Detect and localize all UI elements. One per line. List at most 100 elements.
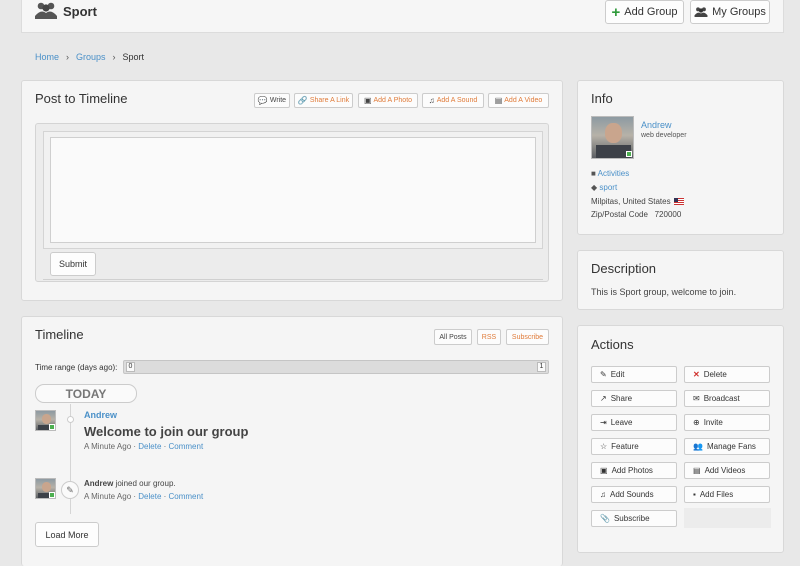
entry-text: Andrew joined our group. xyxy=(84,479,176,488)
entry-time: A Minute Ago xyxy=(84,442,132,451)
group-icon: 👥 xyxy=(693,442,703,451)
tab-label: Share A Link xyxy=(309,97,350,104)
divider xyxy=(43,279,543,280)
action-label: Subscribe xyxy=(613,514,650,523)
profile-avatar[interactable] xyxy=(591,116,634,159)
zip-label: Zip/Postal Code xyxy=(591,210,648,219)
leave-button[interactable]: ⇥ Leave xyxy=(591,414,677,431)
add-files-button[interactable]: ▪ Add Files xyxy=(684,486,770,503)
subscribe-label: Subscribe xyxy=(511,333,544,341)
avatar[interactable] xyxy=(35,478,56,499)
rss-button[interactable]: RSS xyxy=(477,329,501,345)
breadcrumb-home[interactable]: Home xyxy=(35,52,59,62)
manage-fans-button[interactable]: 👥 Manage Fans xyxy=(684,438,770,455)
slider-handle-min[interactable]: 0 xyxy=(126,362,135,372)
edit-button[interactable]: ✎ Edit xyxy=(591,366,677,383)
profile-role: web developer xyxy=(641,132,687,139)
info-title: Info xyxy=(591,91,613,106)
rss-label: RSS xyxy=(481,333,497,341)
submit-button[interactable]: Submit xyxy=(50,252,96,276)
action-label: Share xyxy=(610,394,633,403)
tab-add-sound[interactable]: ♫ Add A Sound xyxy=(422,93,484,108)
share-button[interactable]: ↗ Share xyxy=(591,390,677,407)
timeline-panel xyxy=(21,316,563,566)
broadcast-button[interactable]: ✉ Broadcast xyxy=(684,390,770,407)
zip-value: 720000 xyxy=(654,210,682,219)
tab-label: Add A Video xyxy=(504,97,543,104)
entry-author[interactable]: Andrew xyxy=(84,479,113,488)
load-more-label: Load More xyxy=(45,529,89,540)
entry-action: joined our group. xyxy=(115,479,176,488)
add-photos-button[interactable]: ▣ Add Photos xyxy=(591,462,677,479)
profile-name[interactable]: Andrew xyxy=(641,120,672,130)
tag-icon: ◆ xyxy=(591,183,598,192)
zip-row: Zip/Postal Code 720000 xyxy=(591,210,681,219)
delete-link[interactable]: Delete xyxy=(138,442,161,451)
post-textarea[interactable] xyxy=(50,137,536,243)
photo-icon: ▣ xyxy=(363,96,372,105)
add-group-label: Add Group xyxy=(624,6,678,18)
star-icon: ☆ xyxy=(600,442,608,451)
subscribe-button[interactable]: Subscribe xyxy=(506,329,549,345)
entry-author[interactable]: Andrew xyxy=(84,410,117,420)
breadcrumb-separator: › xyxy=(66,52,70,62)
tab-write[interactable]: 💬 Write xyxy=(254,93,290,108)
tab-share-link[interactable]: 🔗 Share A Link xyxy=(294,93,353,108)
action-label: Manage Fans xyxy=(706,442,756,451)
timeline-dot xyxy=(67,416,74,423)
delete-button[interactable]: ✕ Delete xyxy=(684,366,770,383)
add-videos-button[interactable]: ▤ Add Videos xyxy=(684,462,770,479)
music-icon: ♫ xyxy=(428,96,435,105)
photo-icon: ▣ xyxy=(600,466,608,475)
comment-link[interactable]: Comment xyxy=(169,442,204,451)
edit-icon: ✎ xyxy=(61,481,79,499)
action-label: Add Sounds xyxy=(610,490,654,499)
breadcrumb-separator: › xyxy=(112,52,116,62)
time-range-slider[interactable]: 0 1 xyxy=(123,360,549,374)
comment-link[interactable]: Comment xyxy=(169,492,204,501)
breadcrumb-groups[interactable]: Groups xyxy=(76,52,106,62)
music-icon: ♫ xyxy=(600,490,606,499)
entry-headline: Welcome to join our group xyxy=(84,424,249,439)
description-text: This is Sport group, welcome to join. xyxy=(591,287,737,297)
film-icon: ▤ xyxy=(494,96,503,105)
add-group-button[interactable]: + Add Group xyxy=(605,0,684,24)
add-sounds-button[interactable]: ♫ Add Sounds xyxy=(591,486,677,503)
load-more-button[interactable]: Load More xyxy=(35,522,99,547)
all-posts-label: All Posts xyxy=(439,333,467,341)
plus-circle-icon: ⊕ xyxy=(693,418,700,427)
film-icon: ▤ xyxy=(693,466,701,475)
time-range-label: Time range (days ago): xyxy=(35,363,118,372)
delete-link[interactable]: Delete xyxy=(138,492,161,501)
category-row: ■ Activities xyxy=(591,169,629,178)
breadcrumb: Home › Groups › Sport xyxy=(35,52,144,62)
page-title: Sport xyxy=(63,4,97,19)
plus-icon: + xyxy=(611,3,621,21)
sign-out-icon: ⇥ xyxy=(600,418,607,427)
feature-button[interactable]: ☆ Feature xyxy=(591,438,677,455)
action-label: Leave xyxy=(610,418,633,427)
online-indicator xyxy=(49,424,55,430)
subscribe-action-button[interactable]: 📎 Subscribe xyxy=(591,510,677,527)
tab-add-video[interactable]: ▤ Add A Video xyxy=(488,93,549,108)
my-groups-button[interactable]: My Groups xyxy=(690,0,770,24)
action-label: Feature xyxy=(611,442,639,451)
all-posts-button[interactable]: All Posts xyxy=(434,329,472,345)
avatar[interactable] xyxy=(35,410,56,431)
tag-link[interactable]: sport xyxy=(599,183,617,192)
invite-button[interactable]: ⊕ Invite xyxy=(684,414,770,431)
close-icon: ✕ xyxy=(693,370,700,379)
tag-row: ◆ sport xyxy=(591,183,617,192)
today-marker: TODAY xyxy=(35,384,137,403)
tab-add-photo[interactable]: ▣ Add A Photo xyxy=(358,93,418,108)
description-title: Description xyxy=(591,261,657,276)
action-label: Invite xyxy=(703,418,723,427)
empty-slot xyxy=(684,508,771,528)
slider-max-value: 1 xyxy=(539,363,544,370)
category-link[interactable]: Activities xyxy=(598,169,630,178)
action-label: Broadcast xyxy=(703,394,740,403)
action-label: Add Videos xyxy=(704,466,746,475)
entry-meta: A Minute Ago · Delete · Comment xyxy=(84,442,204,451)
slider-handle-max[interactable]: 1 xyxy=(537,362,546,372)
online-indicator xyxy=(49,492,55,498)
